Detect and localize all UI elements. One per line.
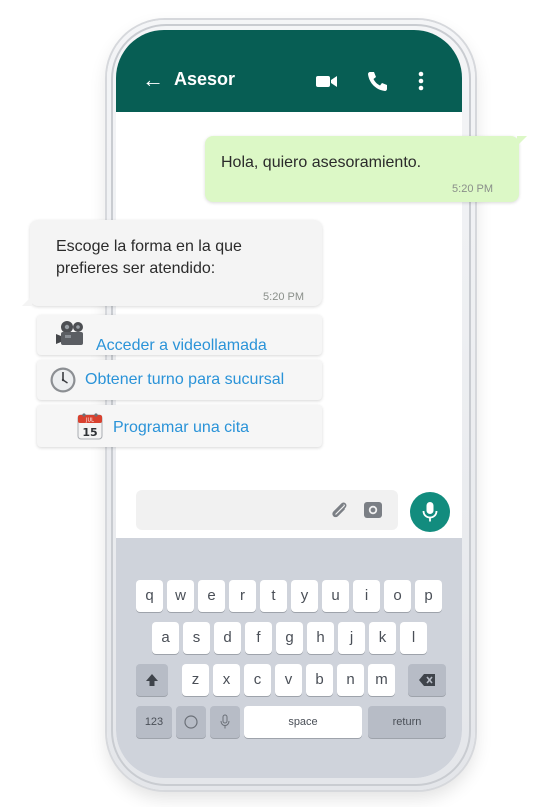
option-schedule-appointment-label: Programar una cita <box>113 419 250 436</box>
emoji-key[interactable] <box>176 706 206 738</box>
key-l[interactable]: l <box>400 622 427 654</box>
chat-header: ← Asesor <box>116 30 462 112</box>
key-t[interactable]: t <box>260 580 287 612</box>
key-q[interactable]: q <box>136 580 163 612</box>
key-a[interactable]: a <box>152 622 179 654</box>
key-r[interactable]: r <box>229 580 256 612</box>
keyboard: qwertyuiop asdfghjkl zxcvbnm 123 space r… <box>116 538 462 778</box>
option-videocall[interactable]: Acceder a videollamada <box>37 315 322 355</box>
movie-camera-icon <box>55 319 89 354</box>
incoming-message: Escoge la forma en la que prefieres ser … <box>22 220 322 306</box>
key-z[interactable]: z <box>182 664 209 696</box>
chat-title: Asesor <box>174 69 236 89</box>
more-vert-icon[interactable] <box>408 68 434 94</box>
key-b[interactable]: b <box>306 664 333 696</box>
return-key[interactable]: return <box>368 706 446 738</box>
calendar-day: 15 <box>82 426 97 439</box>
calendar-icon: JUL 15 <box>77 412 103 445</box>
key-j[interactable]: j <box>338 622 365 654</box>
calendar-month: JUL <box>85 418 94 424</box>
dictation-key[interactable] <box>210 706 240 738</box>
microphone-icon[interactable] <box>410 492 450 532</box>
incoming-message-line-1: Escoge la forma en la que <box>56 238 242 255</box>
incoming-message-line-2: prefieres ser atendido: <box>56 260 216 277</box>
shift-key[interactable] <box>136 664 168 696</box>
key-x[interactable]: x <box>213 664 240 696</box>
key-c[interactable]: c <box>244 664 271 696</box>
outgoing-message: Hola, quiero asesoramiento. 5:20 PM <box>205 136 527 202</box>
key-n[interactable]: n <box>337 664 364 696</box>
camera-icon[interactable] <box>362 499 384 526</box>
key-m[interactable]: m <box>368 664 395 696</box>
key-e[interactable]: e <box>198 580 225 612</box>
outgoing-message-time: 5:20 PM <box>452 183 493 195</box>
phone-icon[interactable] <box>364 68 390 94</box>
key-i[interactable]: i <box>353 580 380 612</box>
option-branch-turn-label: Obtener turno para sucursal <box>85 371 285 388</box>
message-input[interactable] <box>136 490 398 530</box>
key-d[interactable]: d <box>214 622 241 654</box>
key-h[interactable]: h <box>307 622 334 654</box>
key-w[interactable]: w <box>167 580 194 612</box>
clock-icon <box>49 366 77 399</box>
numbers-key[interactable]: 123 <box>136 706 172 738</box>
key-g[interactable]: g <box>276 622 303 654</box>
option-schedule-appointment[interactable]: JUL 15 Programar una cita <box>37 405 322 447</box>
video-camera-icon[interactable] <box>314 68 340 94</box>
key-u[interactable]: u <box>322 580 349 612</box>
paperclip-icon[interactable] <box>328 499 350 526</box>
arrow-left-icon[interactable]: ← <box>142 69 164 91</box>
incoming-message-time: 5:20 PM <box>263 291 304 303</box>
backspace-key[interactable] <box>408 664 446 696</box>
key-s[interactable]: s <box>183 622 210 654</box>
key-o[interactable]: o <box>384 580 411 612</box>
key-v[interactable]: v <box>275 664 302 696</box>
space-key[interactable]: space <box>244 706 362 738</box>
key-k[interactable]: k <box>369 622 396 654</box>
key-y[interactable]: y <box>291 580 318 612</box>
outgoing-message-text: Hola, quiero asesoramiento. <box>221 154 422 171</box>
option-branch-turn[interactable]: Obtener turno para sucursal <box>37 360 322 400</box>
key-f[interactable]: f <box>245 622 272 654</box>
option-videocall-label: Acceder a videollamada <box>96 337 267 354</box>
key-p[interactable]: p <box>415 580 442 612</box>
